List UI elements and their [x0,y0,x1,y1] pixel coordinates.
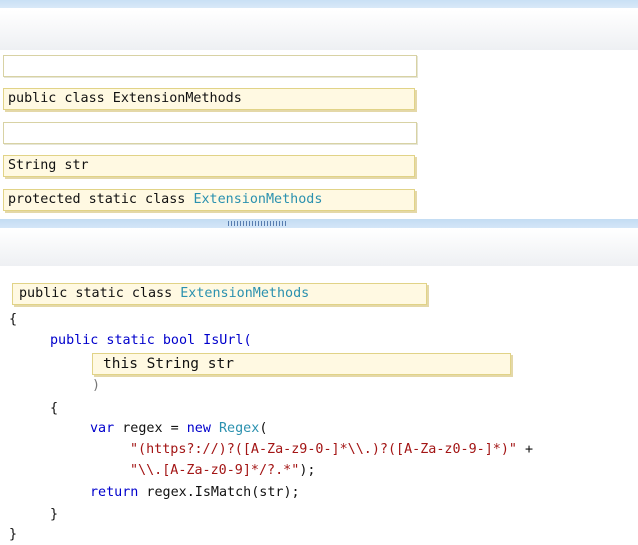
class-open-brace: { [9,312,18,327]
method-parameter-label: this String str [103,356,234,372]
class-declaration-prefix: public static class [19,286,181,301]
regex-close: ); [299,463,316,478]
regex-pattern-line-1: "(https?://)?([A-Za-z9-0-]*\\.)?([A-Za-z… [130,441,533,458]
code-area-header [0,229,638,266]
new-keyword: new [186,421,211,436]
option-string-str-label: String str [8,158,89,173]
option-protected-static-class-prefix: protected static class [8,192,194,207]
method-signature: public static bool IsUrl( [50,333,252,348]
regex-type: Regex [219,421,260,436]
option-protected-static-class-type: ExtensionMethods [193,192,323,207]
return-line: return regex.IsMatch(str); [90,484,300,501]
return-expression: regex.IsMatch(str); [138,485,300,500]
regex-open-paren: ( [259,421,268,436]
regex-assign: regex = [114,421,187,436]
regex-pattern-line-2: "\\.[A-Za-z0-9]*/?.*"); [130,462,315,479]
regex-string-1: "(https?://)?([A-Za-z9-0-]*\\.)?([A-Za-z… [130,442,517,457]
empty-drop-target-1[interactable] [3,55,417,77]
option-protected-static-class[interactable]: protected static class ExtensionMethods [3,189,415,211]
return-keyword: return [90,485,139,500]
pane-splitter[interactable] [0,219,638,228]
top-splitter-bar [0,0,638,8]
regex-declaration-line: var regex = new Regex( [90,420,267,437]
class-declaration-type: ExtensionMethods [180,286,310,301]
option-public-class-label: public class ExtensionMethods [8,91,242,106]
class-close-brace: } [9,527,18,542]
method-open-brace: { [50,401,59,416]
var-keyword: var [90,421,115,436]
option-public-class[interactable]: public class ExtensionMethods [3,88,415,110]
answer-area-header [0,10,638,50]
plus-operator: + [516,442,534,457]
splitter-grip-icon[interactable] [228,221,286,226]
empty-drop-target-2[interactable] [3,122,417,144]
class-declaration-slot[interactable]: public static class ExtensionMethods [12,283,427,305]
regex-string-2: "\\.[A-Za-z0-9]*/?.*" [130,463,300,478]
option-string-str[interactable]: String str [3,155,415,177]
method-close-paren: ) [92,378,101,393]
method-close-brace: } [50,507,59,522]
method-parameter-slot[interactable]: this String str [92,353,511,375]
